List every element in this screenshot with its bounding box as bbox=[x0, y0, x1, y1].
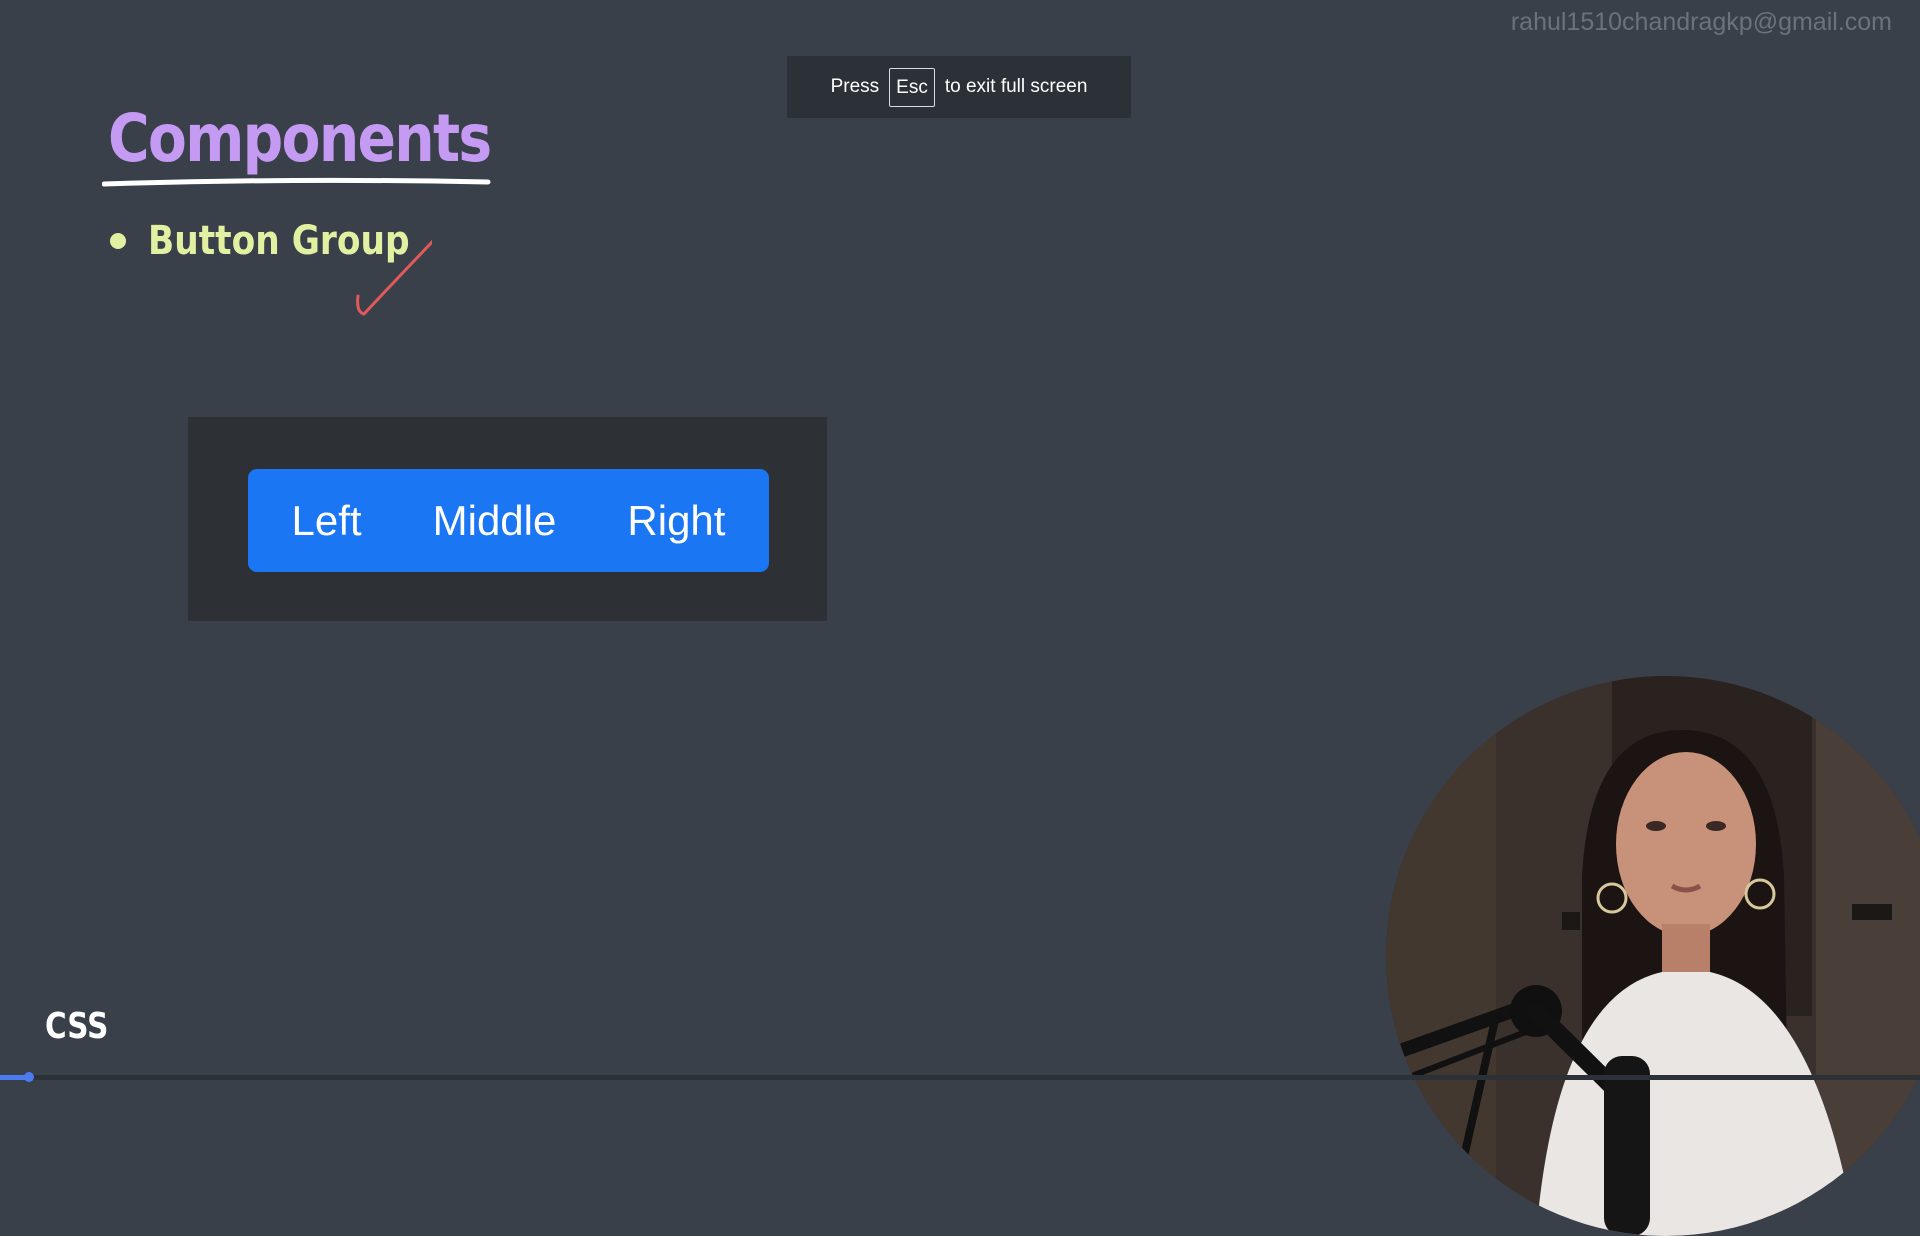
checkmark-icon bbox=[356, 239, 432, 316]
notice-suffix: to exit full screen bbox=[944, 76, 1088, 97]
presenter-webcam bbox=[1386, 676, 1920, 1236]
left-button[interactable]: Left bbox=[286, 496, 368, 546]
middle-button[interactable]: Middle bbox=[427, 496, 563, 546]
esc-key-badge: Esc bbox=[889, 67, 935, 107]
slide-title-block: Components bbox=[102, 100, 492, 195]
video-progress-bar[interactable] bbox=[0, 1072, 1920, 1082]
title-underline bbox=[102, 177, 491, 187]
button-group-demo-panel: Left Middle Right bbox=[188, 417, 827, 621]
slide-title: Components bbox=[108, 100, 492, 177]
fullscreen-exit-notice: Press Esc to exit full screen bbox=[787, 56, 1131, 118]
notice-prefix: Press bbox=[830, 76, 880, 97]
topic-label: CSS bbox=[45, 1006, 109, 1047]
presenter-video-frame bbox=[1386, 676, 1920, 1236]
progress-handle[interactable] bbox=[24, 1072, 34, 1082]
watermark-email: rahul1510chandragkp@gmail.com bbox=[1510, 8, 1892, 36]
right-button[interactable]: Right bbox=[621, 496, 731, 546]
bullet-dot bbox=[110, 233, 126, 249]
button-group: Left Middle Right bbox=[248, 469, 769, 572]
